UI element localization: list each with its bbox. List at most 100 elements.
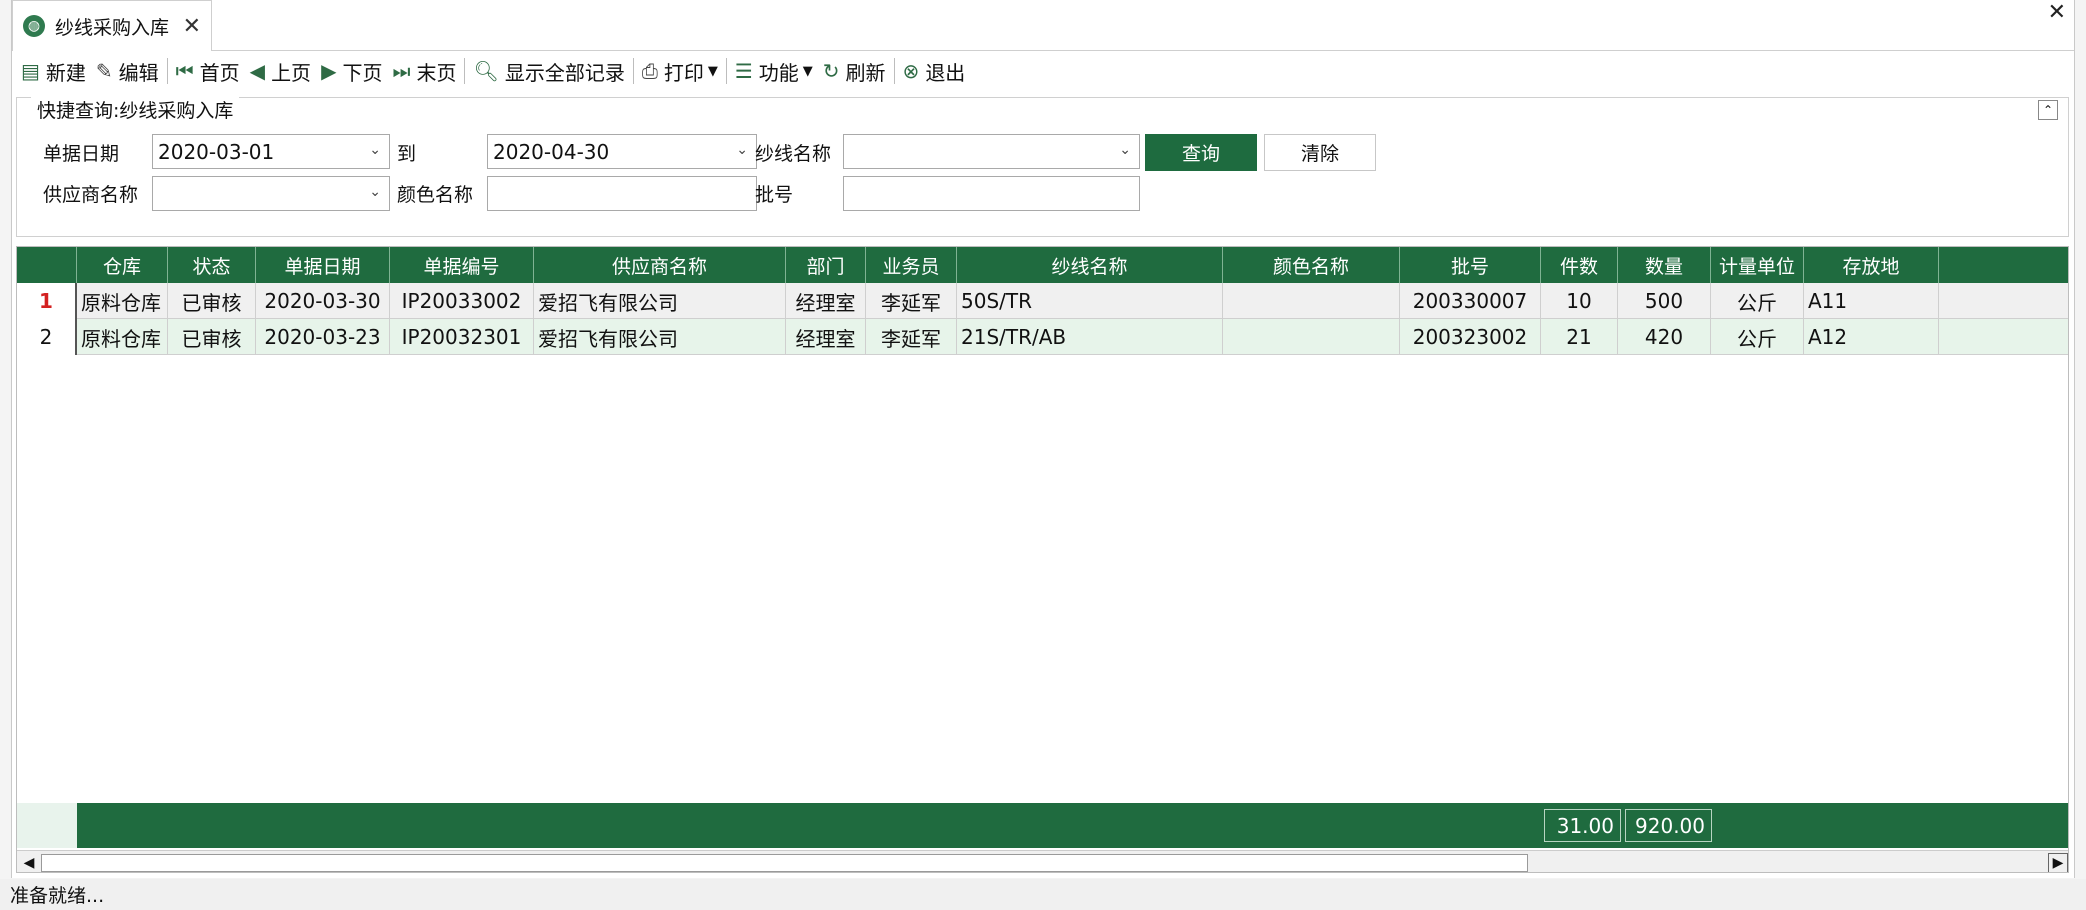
to-label: 到 bbox=[397, 143, 417, 165]
header-batch[interactable]: 批号 bbox=[1400, 247, 1541, 283]
cell-qty: 500 bbox=[1618, 283, 1711, 319]
grid-header: 仓库 状态 单据日期 单据编号 供应商名称 部门 业务员 纱线名称 颜色名称 批… bbox=[17, 247, 2068, 283]
row-number: 1 bbox=[17, 283, 77, 319]
next-page-button[interactable]: ▶ 下页 bbox=[316, 53, 387, 89]
header-staff[interactable]: 业务员 bbox=[866, 247, 957, 283]
chevron-down-icon[interactable]: ⌄ bbox=[369, 142, 381, 158]
scroll-thumb[interactable] bbox=[41, 854, 1528, 872]
new-document-icon: ▤ bbox=[21, 59, 40, 83]
cell-dept: 经理室 bbox=[786, 283, 866, 319]
cell-remark bbox=[1939, 319, 2068, 355]
header-unit[interactable]: 计量单位 bbox=[1711, 247, 1804, 283]
color-name-label: 颜色名称 bbox=[397, 184, 474, 206]
header-location[interactable]: 存放地 bbox=[1804, 247, 1939, 283]
tab-bar: ◍ 纱线采购入库 ✕ ✕ bbox=[12, 0, 2074, 51]
edit-button[interactable]: ✎ 编辑 bbox=[91, 53, 164, 89]
cell-date: 2020-03-30 bbox=[256, 283, 390, 319]
exit-button[interactable]: ⊗ 退出 bbox=[898, 53, 971, 89]
chevron-down-icon: ▼ bbox=[802, 63, 813, 79]
cell-location: A11 bbox=[1804, 283, 1939, 319]
printer-icon: ⎙ bbox=[641, 59, 658, 83]
cell-code: IP20032301 bbox=[390, 319, 534, 355]
list-icon: ☰ bbox=[734, 59, 753, 83]
prev-page-button[interactable]: ◀ 上页 bbox=[245, 53, 316, 89]
tab-yarn-purchase[interactable]: ◍ 纱线采购入库 ✕ bbox=[12, 0, 212, 51]
toolbar: ▤ 新建 ✎ 编辑 ⏮ 首页 ◀ 上页 ▶ 下页 ⏭ 末页 🔍︎ 显示全部记录 bbox=[12, 51, 2074, 91]
header-pieces[interactable]: 件数 bbox=[1541, 247, 1618, 283]
last-page-button[interactable]: ⏭ 末页 bbox=[387, 53, 461, 89]
total-qty: 920.00 bbox=[1625, 809, 1712, 842]
separator bbox=[464, 58, 466, 84]
cell-staff: 李延军 bbox=[866, 319, 957, 355]
cell-warehouse: 原料仓库 bbox=[77, 319, 168, 355]
left-edge bbox=[0, 0, 11, 878]
print-button[interactable]: ⎙ 打印 ▼ bbox=[637, 53, 723, 89]
header-color[interactable]: 颜色名称 bbox=[1223, 247, 1400, 283]
yarn-name-label: 纱线名称 bbox=[755, 143, 832, 165]
cell-color bbox=[1223, 283, 1400, 319]
scroll-right-icon[interactable]: ▶ bbox=[2048, 853, 2068, 872]
chevron-down-icon[interactable]: ⌄ bbox=[736, 142, 748, 158]
date-label: 单据日期 bbox=[43, 143, 120, 165]
function-button[interactable]: ☰ 功能 ▼ bbox=[730, 53, 818, 89]
header-date[interactable]: 单据日期 bbox=[256, 247, 390, 283]
row-number: 2 bbox=[17, 319, 77, 355]
first-page-button[interactable]: ⏮ 首页 bbox=[171, 53, 245, 89]
header-qty[interactable]: 数量 bbox=[1618, 247, 1711, 283]
header-code[interactable]: 单据编号 bbox=[390, 247, 534, 283]
separator bbox=[632, 58, 634, 84]
cell-status: 已审核 bbox=[168, 283, 256, 319]
table-row[interactable]: 1 原料仓库 已审核 2020-03-30 IP20033002 爱招飞有限公司… bbox=[17, 283, 2068, 319]
scroll-left-icon[interactable]: ◀ bbox=[19, 853, 39, 872]
cell-warehouse: 原料仓库 bbox=[77, 283, 168, 319]
yarn-name-field[interactable]: ⌄ bbox=[843, 134, 1140, 169]
search-document-icon: 🔍︎ bbox=[473, 59, 499, 83]
globe-icon: ◍ bbox=[23, 15, 45, 37]
date-to-field[interactable]: 2020-04-30 ⌄ bbox=[487, 134, 757, 169]
chevron-down-icon[interactable]: ⌄ bbox=[1119, 142, 1131, 158]
cell-unit: 公斤 bbox=[1711, 283, 1804, 319]
header-supplier[interactable]: 供应商名称 bbox=[534, 247, 786, 283]
chevron-down-icon[interactable]: ⌄ bbox=[369, 184, 381, 200]
batch-field[interactable] bbox=[843, 176, 1140, 211]
refresh-button[interactable]: ↻ 刷新 bbox=[818, 53, 891, 89]
separator bbox=[893, 58, 895, 84]
show-all-button[interactable]: 🔍︎ 显示全部记录 bbox=[468, 53, 629, 89]
collapse-icon[interactable]: ⌃ bbox=[2038, 100, 2058, 120]
query-panel-title: 快捷查询:纱线采购入库 bbox=[31, 96, 240, 123]
clear-button[interactable]: 清除 bbox=[1264, 134, 1376, 171]
refresh-icon: ↻ bbox=[822, 59, 840, 83]
table-row[interactable]: 2 原料仓库 已审核 2020-03-23 IP20032301 爱招飞有限公司… bbox=[17, 319, 2068, 355]
cell-batch: 200323002 bbox=[1400, 319, 1541, 355]
color-name-field[interactable] bbox=[487, 176, 757, 211]
header-rownum bbox=[17, 247, 77, 283]
cell-pieces: 21 bbox=[1541, 319, 1618, 355]
header-warehouse[interactable]: 仓库 bbox=[77, 247, 168, 283]
cell-yarn: 50S/TR bbox=[957, 283, 1223, 319]
supplier-field[interactable]: ⌄ bbox=[152, 176, 390, 211]
chevron-down-icon: ▼ bbox=[707, 63, 718, 79]
tab-title: 纱线采购入库 bbox=[55, 16, 170, 39]
horizontal-scrollbar[interactable]: ◀ ▶ bbox=[17, 850, 2068, 872]
header-yarn[interactable]: 纱线名称 bbox=[957, 247, 1223, 283]
header-remark[interactable]: 备注 bbox=[1939, 247, 2068, 283]
next-icon: ▶ bbox=[321, 59, 337, 83]
new-button[interactable]: ▤ 新建 bbox=[16, 53, 91, 89]
cell-staff: 李延军 bbox=[866, 283, 957, 319]
date-from-field[interactable]: 2020-03-01 ⌄ bbox=[152, 134, 390, 169]
header-status[interactable]: 状态 bbox=[168, 247, 256, 283]
window-close-icon[interactable]: ✕ bbox=[2048, 0, 2066, 25]
cell-status: 已审核 bbox=[168, 319, 256, 355]
total-pieces: 31.00 bbox=[1544, 809, 1621, 842]
header-dept[interactable]: 部门 bbox=[786, 247, 866, 283]
cell-supplier: 爱招飞有限公司 bbox=[534, 283, 786, 319]
separator bbox=[166, 58, 168, 84]
edit-icon: ✎ bbox=[95, 59, 113, 83]
tab-close-icon[interactable]: ✕ bbox=[183, 14, 201, 39]
cell-batch: 200330007 bbox=[1400, 283, 1541, 319]
first-page-icon: ⏮ bbox=[175, 59, 194, 83]
prev-icon: ◀ bbox=[249, 59, 266, 83]
cell-unit: 公斤 bbox=[1711, 319, 1804, 355]
search-button[interactable]: 查询 bbox=[1145, 134, 1257, 171]
cell-remark bbox=[1939, 283, 2068, 319]
